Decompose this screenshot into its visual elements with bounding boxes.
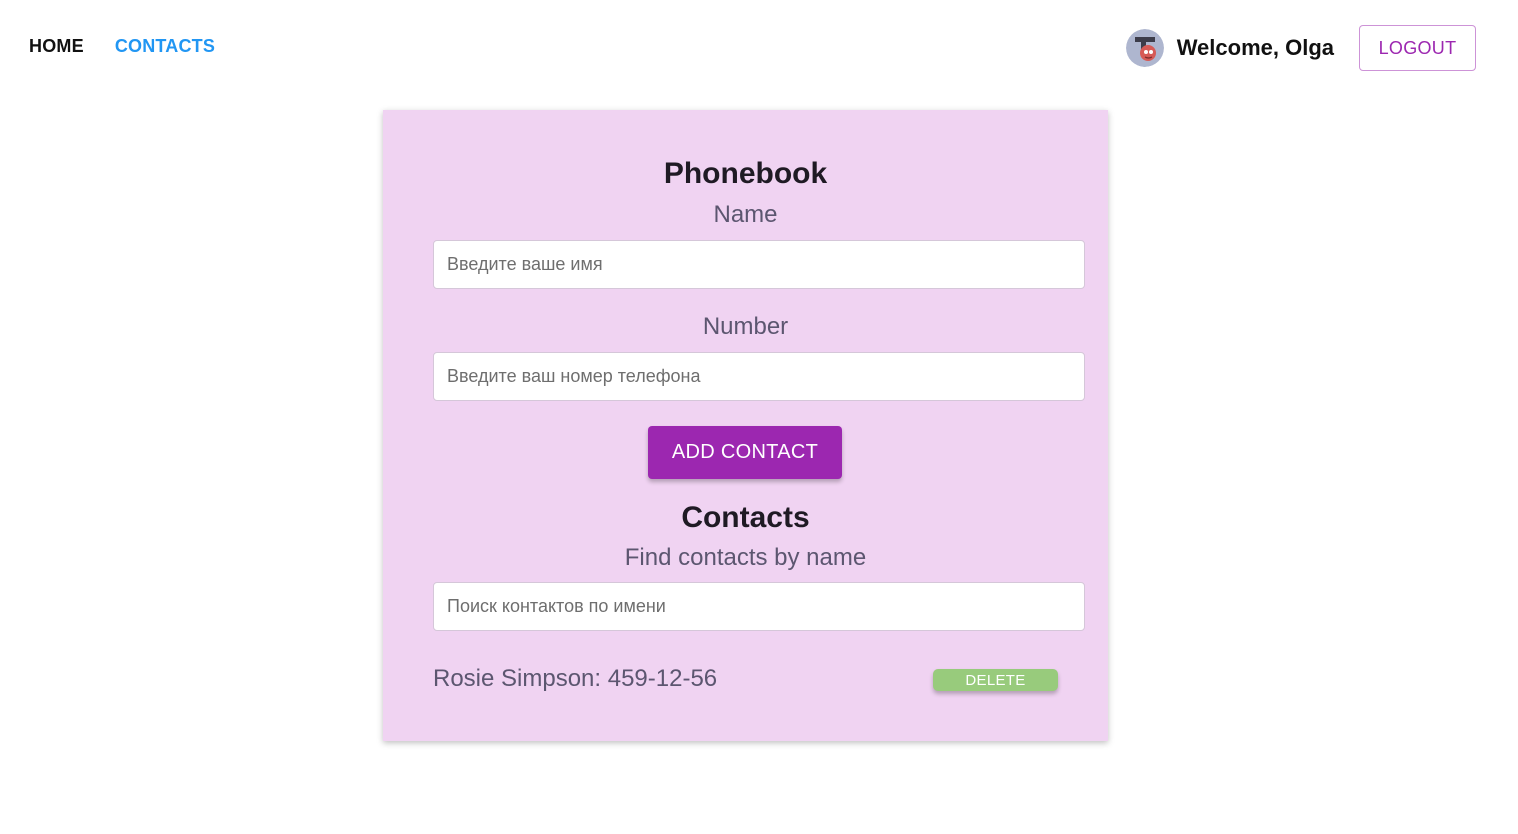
contact-list-item: Rosie Simpson: 459-12-56 DELETE	[433, 665, 1063, 695]
delete-contact-button[interactable]: DELETE	[933, 669, 1058, 691]
contacts-title: Contacts	[681, 501, 810, 534]
number-label: Number	[702, 313, 789, 340]
number-input[interactable]	[433, 352, 1085, 401]
welcome-text: Welcome, Olga	[1176, 35, 1334, 60]
filter-input[interactable]	[433, 582, 1085, 631]
name-input[interactable]	[433, 240, 1085, 289]
logout-button[interactable]: LOGOUT	[1359, 25, 1476, 71]
phonebook-card: Phonebook Name Number ADD CONTACT Contac…	[383, 110, 1108, 741]
app-header: HOME CONTACTS Welcome, Olga LOGOUT	[0, 0, 1518, 96]
phonebook-title: Phonebook	[663, 157, 828, 190]
nav-home-link[interactable]: HOME	[29, 36, 84, 57]
user-avatar-icon	[1125, 29, 1164, 67]
filter-label: Find contacts by name	[624, 544, 867, 571]
nav-contacts-link[interactable]: CONTACTS	[115, 36, 215, 57]
main-nav: HOME CONTACTS	[29, 36, 215, 57]
user-menu: Welcome, Olga LOGOUT	[1125, 25, 1476, 71]
add-contact-button[interactable]: ADD CONTACT	[648, 426, 842, 479]
contact-entry-text: Rosie Simpson: 459-12-56	[433, 665, 718, 692]
name-label: Name	[713, 201, 778, 228]
